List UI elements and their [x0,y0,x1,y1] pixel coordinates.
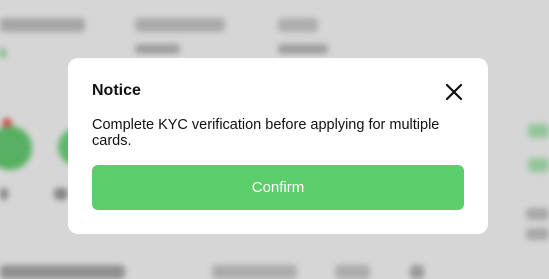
notice-dialog: Notice Complete KYC verification before … [68,58,488,234]
app-screen: Notice Complete KYC verification before … [0,0,549,279]
confirm-button[interactable]: Confirm [92,165,464,210]
dialog-title: Notice [92,82,141,99]
close-button[interactable] [444,82,464,102]
dialog-message: Complete KYC verification before applyin… [92,117,440,149]
close-icon [445,83,463,101]
